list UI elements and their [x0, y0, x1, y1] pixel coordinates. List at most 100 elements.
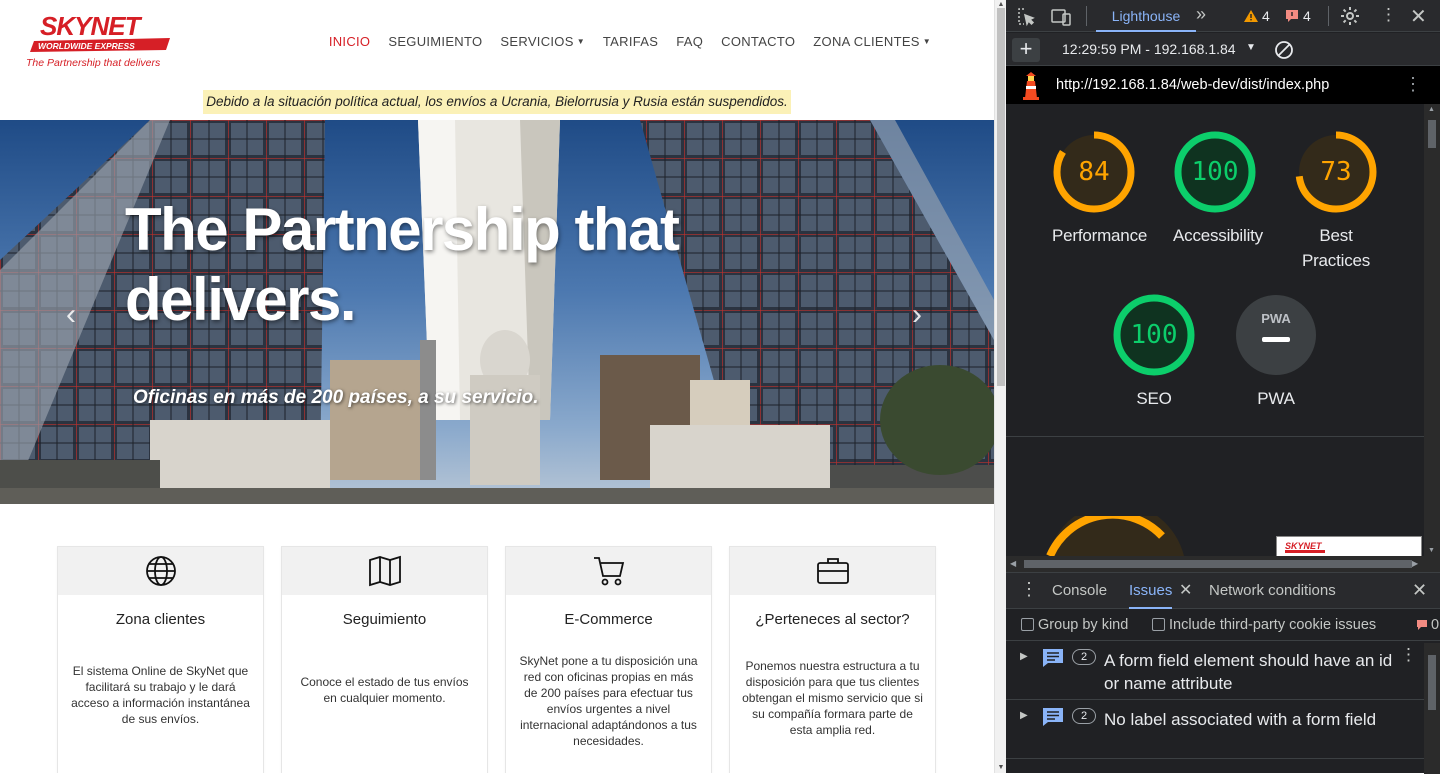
report-hscrollbar[interactable]: ◀ ▶	[1006, 556, 1440, 572]
card-zona-clientes[interactable]: Zona clientes El sistema Online de SkyNe…	[57, 546, 264, 773]
report-url: http://192.168.1.84/web-dev/dist/index.p…	[1056, 77, 1330, 93]
third-party-label: Include third-party cookie issues	[1169, 617, 1377, 633]
card-text: El sistema Online de SkyNet que facilita…	[71, 664, 250, 726]
kebab-menu-icon[interactable]: ⋮	[1380, 5, 1397, 25]
hero-carousel: The Partnership that delivers. Oficinas …	[0, 120, 994, 504]
gauge-performance[interactable]: 84 Performance	[1052, 130, 1148, 248]
gauge-seo[interactable]: 100 SEO	[1112, 293, 1196, 411]
tab-network-conditions[interactable]: Network conditions	[1209, 582, 1336, 599]
close-devtools-icon[interactable]: ✕	[1410, 4, 1427, 29]
checkbox[interactable]	[1152, 618, 1165, 631]
nav-inicio[interactable]: INICIO	[320, 34, 380, 49]
new-report-plus-icon[interactable]: +	[1012, 38, 1040, 62]
hero-subtitle: Oficinas en más de 200 países, a su serv…	[133, 387, 539, 408]
report-menu-icon[interactable]: ⋮	[1404, 74, 1422, 95]
issue-message-icon	[1043, 649, 1063, 667]
nav-faq[interactable]: FAQ	[667, 34, 712, 49]
cart-icon	[593, 557, 624, 586]
score-value: 84	[1078, 157, 1110, 187]
thumbnail-brand: SKYNET	[1285, 541, 1323, 551]
nav-zona-clientes-label: ZONA CLIENTES	[813, 34, 920, 49]
issues-filters: Group by kind Include third-party cookie…	[1006, 609, 1440, 641]
tab-console[interactable]: Console	[1052, 582, 1107, 599]
carousel-next-icon[interactable]: ›	[912, 298, 922, 332]
briefcase-icon	[816, 558, 849, 584]
card-ecommerce[interactable]: E-Commerce SkyNet pone a tu disposición …	[505, 546, 712, 773]
checkbox[interactable]	[1021, 618, 1034, 631]
gauge-pwa[interactable]: PWA PWA	[1234, 293, 1318, 411]
issues-scrollbar[interactable]	[1424, 643, 1440, 774]
nav-zona-clientes[interactable]: ZONA CLIENTES ▼	[804, 34, 940, 49]
report-hscrollbar-thumb[interactable]	[1024, 560, 1412, 568]
issue-text: No label associated with a form field	[1104, 710, 1377, 729]
error-count[interactable]: 4	[1303, 8, 1311, 24]
caret-down-icon: ▼	[922, 37, 931, 46]
issues-scrollbar-thumb[interactable]	[1428, 655, 1436, 710]
issue-menu-icon[interactable]: ⋮	[1400, 645, 1417, 665]
caret-down-icon: ▼	[576, 37, 585, 46]
issue-message-icon	[1043, 708, 1063, 726]
issue-row[interactable]: ▶ 2 No label associated with a form fiel…	[1006, 700, 1440, 759]
card-title: E-Commerce	[564, 611, 653, 628]
scroll-left-icon[interactable]: ◀	[1010, 559, 1016, 568]
expand-triangle-icon[interactable]: ▶	[1020, 710, 1028, 721]
close-drawer-icon[interactable]: ✕	[1412, 580, 1427, 601]
service-cards: Zona clientes El sistema Online de SkyNe…	[57, 546, 936, 773]
clear-reports-icon[interactable]	[1274, 40, 1294, 60]
close-tab-icon[interactable]: ✕	[1179, 580, 1192, 600]
third-party-toggle[interactable]: Include third-party cookie issues	[1152, 617, 1376, 633]
tab-lighthouse[interactable]: Lighthouse	[1096, 0, 1196, 32]
svg-text:PWA: PWA	[1261, 311, 1291, 326]
logo-brand: SKYNET	[40, 12, 143, 41]
globe-icon	[145, 556, 176, 586]
carousel-prev-icon[interactable]: ‹	[66, 298, 76, 332]
report-selector[interactable]: 12:29:59 PM - 192.168.1.84	[1062, 41, 1236, 57]
issue-error-count: 0	[1431, 617, 1440, 633]
card-seguimiento[interactable]: Seguimiento Conoce el estado de tus enví…	[281, 546, 488, 773]
logo-band-text: WORLDWIDE EXPRESS	[38, 41, 135, 51]
suspension-notice: Debido a la situación política actual, l…	[203, 90, 791, 114]
issue-text: A form field element should have an id o…	[1104, 651, 1393, 693]
scroll-down-icon[interactable]: ▼	[997, 764, 1005, 772]
score-label: SEO	[1136, 389, 1172, 408]
card-text: Ponemos nuestra estructura a tu disposic…	[742, 659, 923, 737]
score-label: Best Practices	[1301, 226, 1371, 270]
website-viewport: SKYNET WORLDWIDE EXPRESS The Partnership…	[0, 0, 994, 773]
page-scrollbar-thumb[interactable]	[997, 8, 1005, 386]
tab-issues[interactable]: Issues	[1129, 582, 1173, 609]
lighthouse-report: 84 Performance 100 Accessibility 73 Best…	[1006, 104, 1424, 556]
skynet-logo[interactable]: SKYNET WORLDWIDE EXPRESS The Partnership…	[26, 11, 186, 70]
expand-triangle-icon[interactable]: ▶	[1020, 651, 1028, 662]
issue-row[interactable]: ▶ 2 A form field element should have an …	[1006, 641, 1440, 700]
scroll-right-icon[interactable]: ▶	[1412, 559, 1418, 568]
report-dropdown-icon[interactable]: ▼	[1246, 42, 1256, 53]
error-message-icon	[1286, 10, 1298, 22]
scroll-up-icon[interactable]: ▲	[1428, 106, 1435, 113]
nav-contacto[interactable]: CONTACTO	[712, 34, 804, 49]
settings-gear-icon[interactable]	[1340, 6, 1360, 26]
scroll-down-icon[interactable]: ▼	[1428, 547, 1435, 554]
card-text: Conoce el estado de tus envíos en cualqu…	[300, 675, 469, 705]
device-toolbar-icon[interactable]	[1050, 7, 1072, 27]
main-nav: INICIO SEGUIMIENTO SERVICIOS ▼ TARIFAS FA…	[320, 34, 940, 49]
gauge-best-practices[interactable]: 73 Best Practices	[1294, 130, 1378, 273]
more-tabs-icon[interactable]: »	[1196, 4, 1206, 25]
group-by-kind-toggle[interactable]: Group by kind	[1021, 617, 1128, 633]
warning-count[interactable]: 4	[1262, 8, 1270, 24]
nav-servicios[interactable]: SERVICIOS ▼	[491, 34, 593, 49]
nav-tarifas[interactable]: TARIFAS	[594, 34, 667, 49]
logo-slogan: The Partnership that delivers	[26, 57, 161, 69]
inspect-element-icon[interactable]	[1016, 7, 1036, 27]
card-sector[interactable]: ¿Perteneces al sector? Ponemos nuestra e…	[729, 546, 936, 773]
screenshot-thumbnail[interactable]: SKYNET	[1276, 536, 1422, 556]
report-scrollbar-thumb[interactable]	[1428, 120, 1436, 148]
score-value: 100	[1130, 320, 1178, 350]
gauge-accessibility[interactable]: 100 Accessibility	[1173, 130, 1263, 248]
report-scrollbar[interactable]: ▲ ▼	[1424, 104, 1440, 556]
card-title: Seguimiento	[342, 611, 427, 628]
score-label: Performance	[1052, 226, 1148, 245]
drawer-menu-icon[interactable]: ⋮	[1020, 579, 1038, 600]
nav-seguimiento[interactable]: SEGUIMIENTO	[379, 34, 491, 49]
score-label: PWA	[1257, 389, 1295, 408]
page-scrollbar[interactable]: ▲ ▼	[994, 0, 1006, 773]
